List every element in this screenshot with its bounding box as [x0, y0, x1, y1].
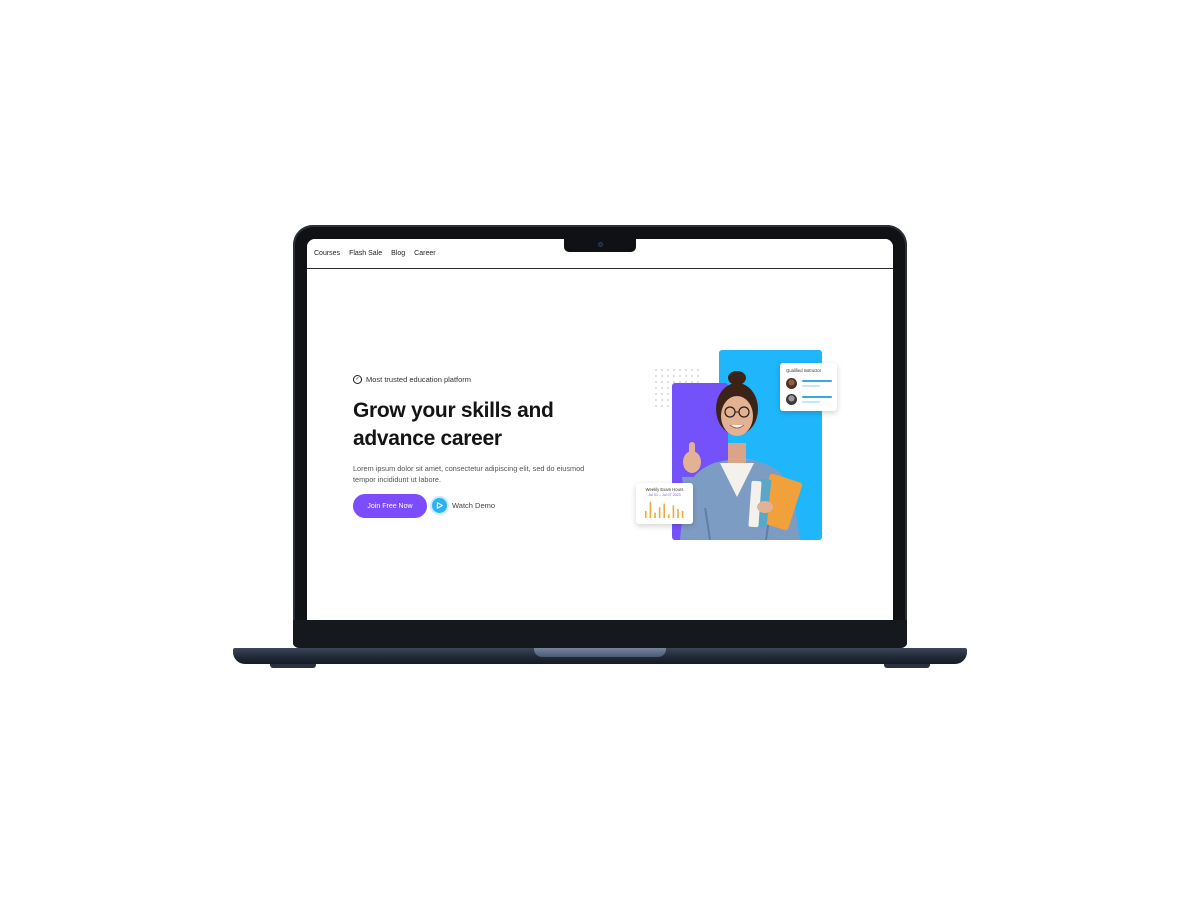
instructor-avatar: [786, 394, 797, 405]
play-icon[interactable]: [432, 498, 447, 513]
instructor-line: [802, 380, 832, 382]
hero-description: Lorem ipsum dolor sit amet, consectetur …: [353, 464, 585, 484]
instructor-avatar: [786, 378, 797, 389]
hours-bar: [658, 507, 661, 518]
qualified-instructor-card: Qualified Instructor: [780, 363, 837, 411]
hero-title: Grow your skills and advance career: [353, 397, 593, 453]
hours-bar: [649, 501, 652, 518]
hours-bar: [668, 514, 670, 518]
instructor-card-title: Qualified Instructor: [786, 368, 822, 373]
hero-title-line-2: advance career: [353, 427, 502, 450]
weekly-hours-card: Weekly Exam Hours Jul 01 – Jul 07 2023: [636, 483, 693, 524]
watch-demo-label[interactable]: Watch Demo: [452, 501, 495, 510]
hours-bar: [672, 505, 675, 518]
join-free-button[interactable]: Join Free Now: [353, 494, 427, 518]
hours-bar: [654, 512, 656, 518]
laptop-foot-right: [884, 664, 930, 668]
laptop-chin: [293, 620, 907, 648]
hours-bar: [677, 509, 679, 518]
laptop-opening-notch: [534, 648, 666, 657]
weekly-hours-bar-chart: [645, 501, 684, 518]
hours-bar: [663, 503, 665, 518]
watch-demo-link[interactable]: Watch Demo: [432, 498, 495, 513]
instructor-line-secondary: [802, 401, 820, 403]
nav-item-flash-sale[interactable]: Flash Sale: [349, 250, 382, 257]
laptop-foot-left: [270, 664, 316, 668]
trust-badge-text: Most trusted education platform: [366, 375, 472, 384]
hours-bar: [645, 510, 647, 518]
camera-notch: [564, 239, 636, 252]
camera-icon: [598, 242, 603, 247]
instructor-line-secondary: [802, 385, 820, 387]
hours-bar: [681, 510, 684, 518]
nav-item-blog[interactable]: Blog: [391, 250, 405, 257]
nav-item-courses[interactable]: Courses: [314, 250, 340, 257]
trust-badge: ✓ Most trusted education platform: [353, 375, 471, 384]
hero-title-line-1: Grow your skills and: [353, 399, 554, 422]
check-circle-icon: ✓: [353, 375, 362, 384]
nav-item-career[interactable]: Career: [414, 250, 435, 257]
laptop-screen: Courses Flash Sale Blog Career ✓ Most tr…: [307, 239, 893, 620]
instructor-line: [802, 396, 832, 398]
